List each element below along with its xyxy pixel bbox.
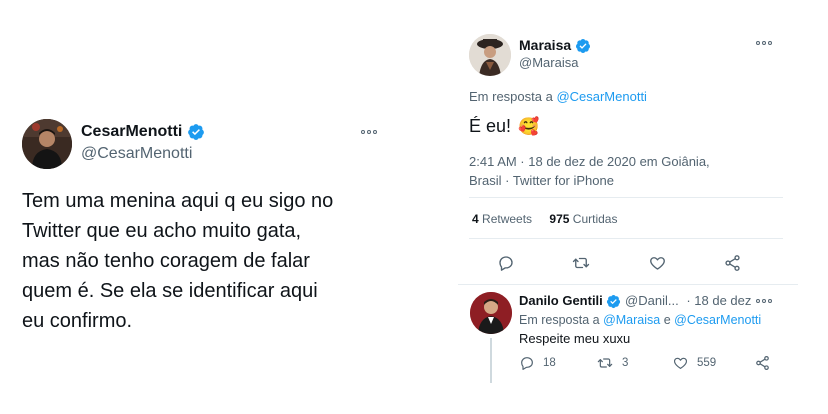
timestamp-line[interactable]: Brasil · Twitter for iPhone (469, 171, 710, 190)
retweet-count[interactable]: 3 (622, 357, 628, 369)
share-icon[interactable] (754, 355, 771, 371)
retweet-icon[interactable] (596, 355, 614, 371)
share-action[interactable] (754, 355, 771, 371)
author-handle[interactable]: @Danil... (625, 293, 679, 308)
tweet-stats: 4 Retweets 975 Curtidas (472, 212, 617, 226)
more-options-icon[interactable] (361, 130, 377, 134)
author-handle[interactable]: @Maraisa (519, 55, 578, 70)
reply-header: Danilo Gentili @Danil... · 18 de dez (519, 293, 751, 309)
reply-context: Em resposta a @Maraisa e @CesarMenotti (519, 313, 761, 327)
tweet-timestamp[interactable]: 2:41 AM · 18 de dez de 2020 em Goiânia, … (469, 152, 710, 190)
avatar-cesarmenotti[interactable] (22, 119, 72, 169)
like-action[interactable]: 559 (672, 355, 716, 371)
retweet-action[interactable]: 3 (596, 355, 628, 371)
reply-to-link[interactable]: @CesarMenotti (556, 89, 647, 104)
reply-context-prefix: Em resposta a (469, 89, 557, 104)
tweet-text-line: Tem uma menina aqui q eu sigo no (22, 190, 334, 212)
reply-count[interactable]: 18 (543, 357, 556, 369)
divider (469, 197, 783, 198)
smiling-face-hearts-emoji: 🥰 (518, 117, 540, 136)
author-name-text[interactable]: Maraisa (519, 37, 571, 53)
tweet-text-line: quem é. Se ela se identificar aqui (22, 280, 318, 302)
divider (469, 238, 783, 239)
like-count[interactable]: 559 (697, 357, 716, 369)
tweet-text-line: mas não tenho coragem de falar (22, 250, 310, 272)
author-name[interactable]: Maraisa (519, 37, 591, 54)
tweet-text: É eu! 🥰 (469, 116, 539, 137)
retweets-stat[interactable]: 4 Retweets (472, 212, 532, 226)
tweet-text-line: eu confirmo. (22, 310, 133, 332)
timestamp-line[interactable]: 2:41 AM · 18 de dez de 2020 em Goiânia, (469, 152, 710, 171)
author-name[interactable]: CesarMenotti (81, 123, 205, 141)
author-name[interactable]: Danilo Gentili (519, 293, 603, 308)
likes-label[interactable]: Curtidas (573, 212, 618, 226)
reply-to-link[interactable]: @Maraisa (603, 313, 660, 327)
likes-stat[interactable]: 975 Curtidas (549, 212, 617, 226)
more-options-icon[interactable] (756, 299, 772, 303)
retweets-label[interactable]: Retweets (482, 212, 532, 226)
likes-count[interactable]: 975 (549, 212, 569, 226)
author-name-text[interactable]: CesarMenotti (81, 123, 182, 140)
like-icon[interactable] (672, 355, 689, 371)
reply-context-mid: e (660, 313, 675, 327)
author-handle[interactable]: @CesarMenotti (81, 145, 192, 163)
like-icon[interactable] (648, 254, 667, 272)
avatar-maraisa[interactable] (469, 34, 511, 76)
tweet-text: Tem uma menina aqui q eu sigo no Twitter… (22, 186, 333, 336)
reply-context: Em resposta a @CesarMenotti (469, 89, 647, 104)
verified-badge-icon (187, 124, 204, 140)
reply-icon[interactable] (497, 254, 515, 272)
reply-to-link[interactable]: @CesarMenotti (674, 313, 761, 327)
reply-date[interactable]: · 18 de dez (686, 293, 751, 308)
divider (458, 284, 798, 285)
reply-context-prefix: Em resposta a (519, 313, 604, 327)
thread-line (490, 338, 492, 383)
retweets-count[interactable]: 4 (472, 212, 479, 226)
tweet-text-content: É eu! (469, 116, 512, 136)
tweet-text-line: Twitter que eu acho muito gata, (22, 220, 302, 242)
reply-text: Respeite meu xuxu (519, 331, 631, 346)
share-icon[interactable] (723, 254, 742, 272)
avatar-danilogentili[interactable] (470, 292, 512, 334)
reply-icon[interactable] (519, 355, 535, 371)
reply-action[interactable]: 18 (519, 355, 556, 371)
verified-badge-icon (576, 39, 591, 54)
retweet-icon[interactable] (571, 254, 591, 272)
verified-badge-icon (607, 295, 621, 309)
more-options-icon[interactable] (756, 41, 772, 45)
